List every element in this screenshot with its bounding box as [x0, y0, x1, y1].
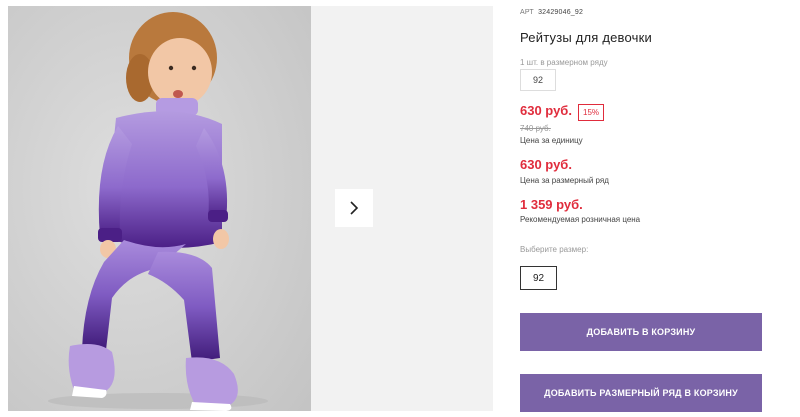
article-value: 32429046_92: [538, 9, 584, 16]
product-photo: [8, 6, 311, 411]
pack-size-box: 92: [520, 69, 556, 91]
add-to-cart-button[interactable]: ДОБАВИТЬ В КОРЗИНУ: [520, 313, 762, 351]
add-set-to-cart-button[interactable]: ДОБАВИТЬ РАЗМЕРНЫЙ РЯД В КОРЗИНУ: [520, 374, 762, 412]
chevron-right-icon: [350, 201, 359, 215]
unit-price-label: Цена за единицу: [520, 136, 583, 145]
set-price: 630 руб.: [520, 157, 572, 172]
child-illustration: [8, 6, 311, 411]
discount-badge: 15%: [578, 104, 605, 121]
unit-price: 630 руб.: [520, 103, 572, 118]
size-select-label: Выберите размер:: [520, 245, 589, 254]
product-title: Рейтузы для девочки: [520, 30, 652, 45]
set-price-label: Цена за размерный ряд: [520, 176, 609, 185]
article-number: АРТ 32429046_92: [520, 9, 583, 16]
pack-label: 1 шт. в размерном ряду: [520, 58, 608, 67]
rrp-price: 1 359 руб.: [520, 197, 583, 212]
size-option-92[interactable]: 92: [520, 266, 557, 290]
old-price: 740 руб.: [520, 124, 551, 133]
article-label: АРТ: [520, 9, 534, 16]
gallery-next-button[interactable]: [335, 189, 373, 227]
rrp-price-label: Рекомендуемая розничная цена: [520, 215, 641, 224]
product-image[interactable]: [8, 6, 311, 411]
